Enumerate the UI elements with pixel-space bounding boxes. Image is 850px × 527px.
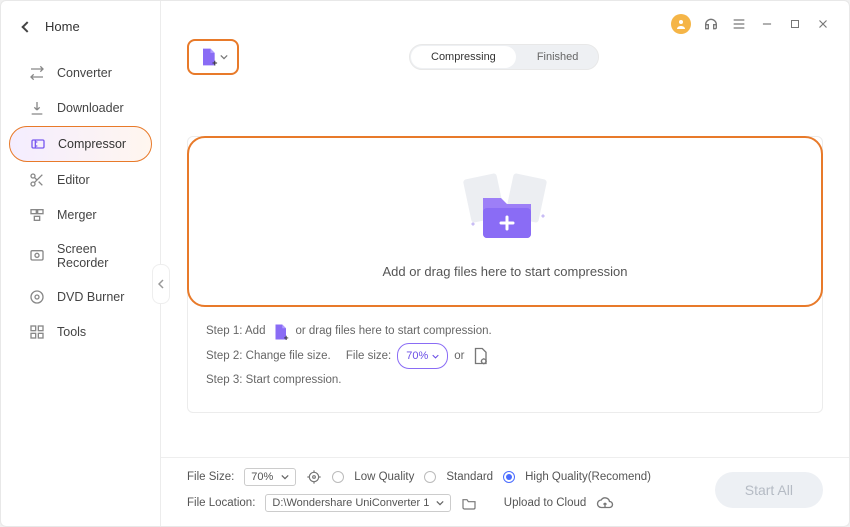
step3-label: Step 3: Start compression.	[206, 369, 342, 392]
filesize-label: File Size:	[187, 471, 234, 483]
chevron-down-icon	[432, 353, 439, 360]
back-home[interactable]: Home	[1, 19, 160, 50]
content-area: Add or drag files here to start compress…	[161, 81, 849, 457]
quality-low-label: Low Quality	[354, 471, 414, 483]
file-dropzone[interactable]: Add or drag files here to start compress…	[187, 136, 823, 307]
step2-label-b: File size:	[346, 345, 391, 368]
sidebar-item-label: Screen Recorder	[57, 242, 132, 270]
chevron-down-icon	[436, 499, 444, 507]
sidebar-item-label: DVD Burner	[57, 290, 124, 304]
footer-size-row: File Size: 70% Low Quality Standard High…	[187, 468, 715, 486]
sidebar-item-converter[interactable]: Converter	[9, 56, 152, 90]
titlebar	[161, 1, 849, 29]
sidebar-item-tools[interactable]: Tools	[9, 315, 152, 349]
sidebar-item-label: Merger	[57, 208, 97, 222]
sidebar-item-label: Downloader	[57, 101, 124, 115]
tab-finished[interactable]: Finished	[517, 45, 599, 69]
cloud-upload-icon[interactable]	[596, 494, 614, 512]
chevron-down-icon	[281, 473, 289, 481]
quality-high-label: High Quality(Recomend)	[525, 471, 651, 483]
filesize-value: 70%	[251, 471, 273, 483]
screen-recorder-icon	[29, 248, 45, 264]
step-3: Step 3: Start compression.	[206, 369, 804, 392]
merger-icon	[29, 207, 45, 223]
step2-label-a: Step 2: Change file size.	[206, 345, 331, 368]
step1-label-a: Step 1: Add	[206, 320, 265, 343]
steps-help: Step 1: Add + or drag files here to star…	[188, 306, 822, 412]
file-add-icon: +	[271, 323, 289, 341]
sidebar-item-screen-recorder[interactable]: Screen Recorder	[9, 233, 152, 279]
folder-open-icon[interactable]	[461, 495, 477, 511]
step-1: Step 1: Add + or drag files here to star…	[206, 320, 804, 343]
filesize-select[interactable]: 70%	[244, 468, 296, 486]
filesize-pill[interactable]: 70%	[397, 343, 448, 369]
main-panel: + Compressing Finished	[161, 1, 849, 526]
location-label: File Location:	[187, 497, 255, 509]
app-window: Home Converter Downloader Compressor Edi…	[0, 0, 850, 527]
tab-compressing[interactable]: Compressing	[411, 46, 516, 68]
sidebar-list: Converter Downloader Compressor Editor M…	[1, 56, 160, 349]
grid-icon	[29, 324, 45, 340]
file-settings-icon	[471, 347, 489, 365]
pill-value: 70%	[406, 345, 428, 367]
location-value: D:\Wondershare UniConverter 1	[272, 497, 429, 509]
compressor-icon	[30, 136, 46, 152]
sidebar-item-merger[interactable]: Merger	[9, 198, 152, 232]
quality-standard-label: Standard	[446, 471, 493, 483]
converter-icon	[29, 65, 45, 81]
sidebar-item-downloader[interactable]: Downloader	[9, 91, 152, 125]
sidebar-item-label: Tools	[57, 325, 86, 339]
quality-high-radio[interactable]	[503, 471, 515, 483]
sidebar-item-label: Converter	[57, 66, 112, 80]
svg-text:+: +	[284, 333, 289, 341]
add-file-button[interactable]: +	[187, 39, 239, 75]
chevron-left-icon	[21, 21, 32, 32]
step-2: Step 2: Change file size. File size: 70%…	[206, 343, 804, 369]
sidebar-item-editor[interactable]: Editor	[9, 163, 152, 197]
toolbar: + Compressing Finished	[161, 29, 849, 81]
dropzone-text: Add or drag files here to start compress…	[207, 264, 803, 279]
file-add-icon: +	[198, 47, 218, 67]
chevron-down-icon	[220, 53, 228, 61]
step2-or: or	[454, 345, 464, 368]
scissors-icon	[29, 172, 45, 188]
start-all-button[interactable]: Start All	[715, 472, 823, 508]
disc-icon	[29, 289, 45, 305]
quality-low-radio[interactable]	[332, 471, 344, 483]
sidebar-item-compressor[interactable]: Compressor	[9, 126, 152, 162]
footer: File Size: 70% Low Quality Standard High…	[161, 457, 849, 526]
compression-card: Add or drag files here to start compress…	[187, 136, 823, 413]
status-tabs: Compressing Finished	[409, 44, 599, 70]
sidebar-item-label: Compressor	[58, 137, 126, 151]
upload-cloud-label: Upload to Cloud	[504, 497, 586, 509]
sidebar: Home Converter Downloader Compressor Edi…	[1, 1, 161, 526]
sidebar-item-label: Editor	[57, 173, 90, 187]
location-select[interactable]: D:\Wondershare UniConverter 1	[265, 494, 451, 512]
sidebar-item-dvd-burner[interactable]: DVD Burner	[9, 280, 152, 314]
download-icon	[29, 100, 45, 116]
target-settings-icon[interactable]	[306, 469, 322, 485]
quality-standard-radio[interactable]	[424, 471, 436, 483]
svg-text:+: +	[212, 58, 217, 67]
footer-location-row: File Location: D:\Wondershare UniConvert…	[187, 494, 715, 512]
step1-label-b: or drag files here to start compression.	[295, 320, 491, 343]
folder-illustration	[445, 160, 565, 250]
home-label: Home	[45, 19, 80, 34]
